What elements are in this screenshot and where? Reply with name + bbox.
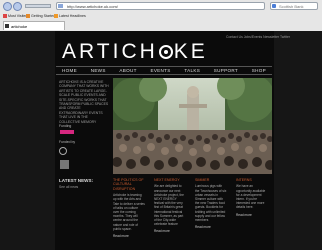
hero-photo-illustration xyxy=(113,78,272,174)
read-more-link[interactable]: Read more xyxy=(195,225,227,229)
read-more-link[interactable]: Read more xyxy=(236,213,268,217)
read-more-link[interactable]: Read more xyxy=(113,234,145,238)
bookmark-star-icon xyxy=(3,13,7,18)
logo-text: ARTICH xyxy=(62,40,158,63)
page-favicon xyxy=(58,4,63,8)
news-item-heading[interactable]: SIMMER xyxy=(195,178,227,182)
bookmark-icon xyxy=(26,13,30,18)
nav-support[interactable]: SUPPORT xyxy=(214,68,238,73)
intro-text: ARTICHOKE IS A CREATIVE COMPANY THAT WOR… xyxy=(59,80,109,124)
forward-arrow-icon[interactable] xyxy=(13,2,22,11)
news-item: SIMMER Luminous pigs with the Townhouses… xyxy=(195,178,227,229)
news-item-heading[interactable]: THE POLITICS OF CULTURAL DISRUPTION xyxy=(113,178,145,191)
hero-image-crowd[interactable] xyxy=(113,78,272,174)
funding-label: Funding xyxy=(59,124,72,128)
news-item-text: We are delighted to announce our next Ar… xyxy=(154,184,184,227)
bookmark-latest-headlines[interactable]: Latest Headlines xyxy=(54,13,86,18)
news-item-heading[interactable]: NEXT ENERGY xyxy=(154,178,186,182)
partner-logo[interactable] xyxy=(60,160,69,169)
browser-search-input[interactable]: Scottish Bank xyxy=(270,2,318,10)
nav-home[interactable]: HOME xyxy=(62,68,77,73)
bookmark-most-visited[interactable]: Most Visited xyxy=(3,13,28,18)
bookmark-label: Getting Started xyxy=(31,13,56,18)
logo-artichoke-o-icon xyxy=(158,45,173,59)
logo-text: KE xyxy=(173,40,208,63)
browser-tab[interactable]: artichoke xyxy=(3,21,65,30)
bookmarks-toolbar: Most Visited Getting Started Latest Head… xyxy=(0,11,322,20)
address-bar[interactable]: http://www.artichoke.uk.com/ xyxy=(56,2,265,10)
nav-about[interactable]: ABOUT xyxy=(119,68,136,73)
arts-council-logo[interactable] xyxy=(59,147,67,155)
bookmark-getting-started[interactable]: Getting Started xyxy=(26,13,55,18)
news-item: THE POLITICS OF CULTURAL DISRUPTION Arti… xyxy=(113,178,145,238)
sponsor-logo[interactable] xyxy=(60,130,74,134)
nav-shop[interactable]: SHOP xyxy=(252,68,266,73)
nav-events[interactable]: EVENTS xyxy=(150,68,170,73)
nav-news[interactable]: NEWS xyxy=(91,68,106,73)
news-item-text: Artichoke is teaming up with the Arts an… xyxy=(113,193,145,231)
news-item-text: Luminous pigs with the Townhouses of six… xyxy=(195,184,227,223)
nav-talks[interactable]: TALKS xyxy=(184,68,200,73)
bookmark-label: Latest Headlines xyxy=(59,13,86,18)
funded-by-label: Funded by xyxy=(59,140,76,144)
rss-icon xyxy=(54,13,58,18)
news-item-text: We have an opportunity available for a d… xyxy=(236,184,266,210)
site-logo[interactable]: ARTICH KE xyxy=(62,40,208,64)
reload-stop-buttons[interactable] xyxy=(25,4,51,8)
back-arrow-icon[interactable] xyxy=(3,2,12,11)
read-more-link[interactable]: Read more xyxy=(154,229,186,233)
news-item-heading[interactable]: INTERNS xyxy=(236,178,268,182)
see-all-news-link[interactable]: See all news xyxy=(59,185,78,189)
search-engine-icon[interactable] xyxy=(272,4,276,8)
latest-news-heading: LATEST NEWS: xyxy=(59,178,94,183)
tab-favicon xyxy=(5,24,9,28)
main-navigation: HOME NEWS ABOUT EVENTS TALKS SUPPORT SHO… xyxy=(56,66,272,75)
news-item: INTERNS We have an opportunity available… xyxy=(236,178,268,217)
news-item: NEXT ENERGY We are delighted to announce… xyxy=(154,178,186,233)
bookmark-label: Most Visited xyxy=(8,13,28,18)
utility-links[interactable]: Contact Us Jobs/Events Newsletter Twitte… xyxy=(226,35,290,39)
